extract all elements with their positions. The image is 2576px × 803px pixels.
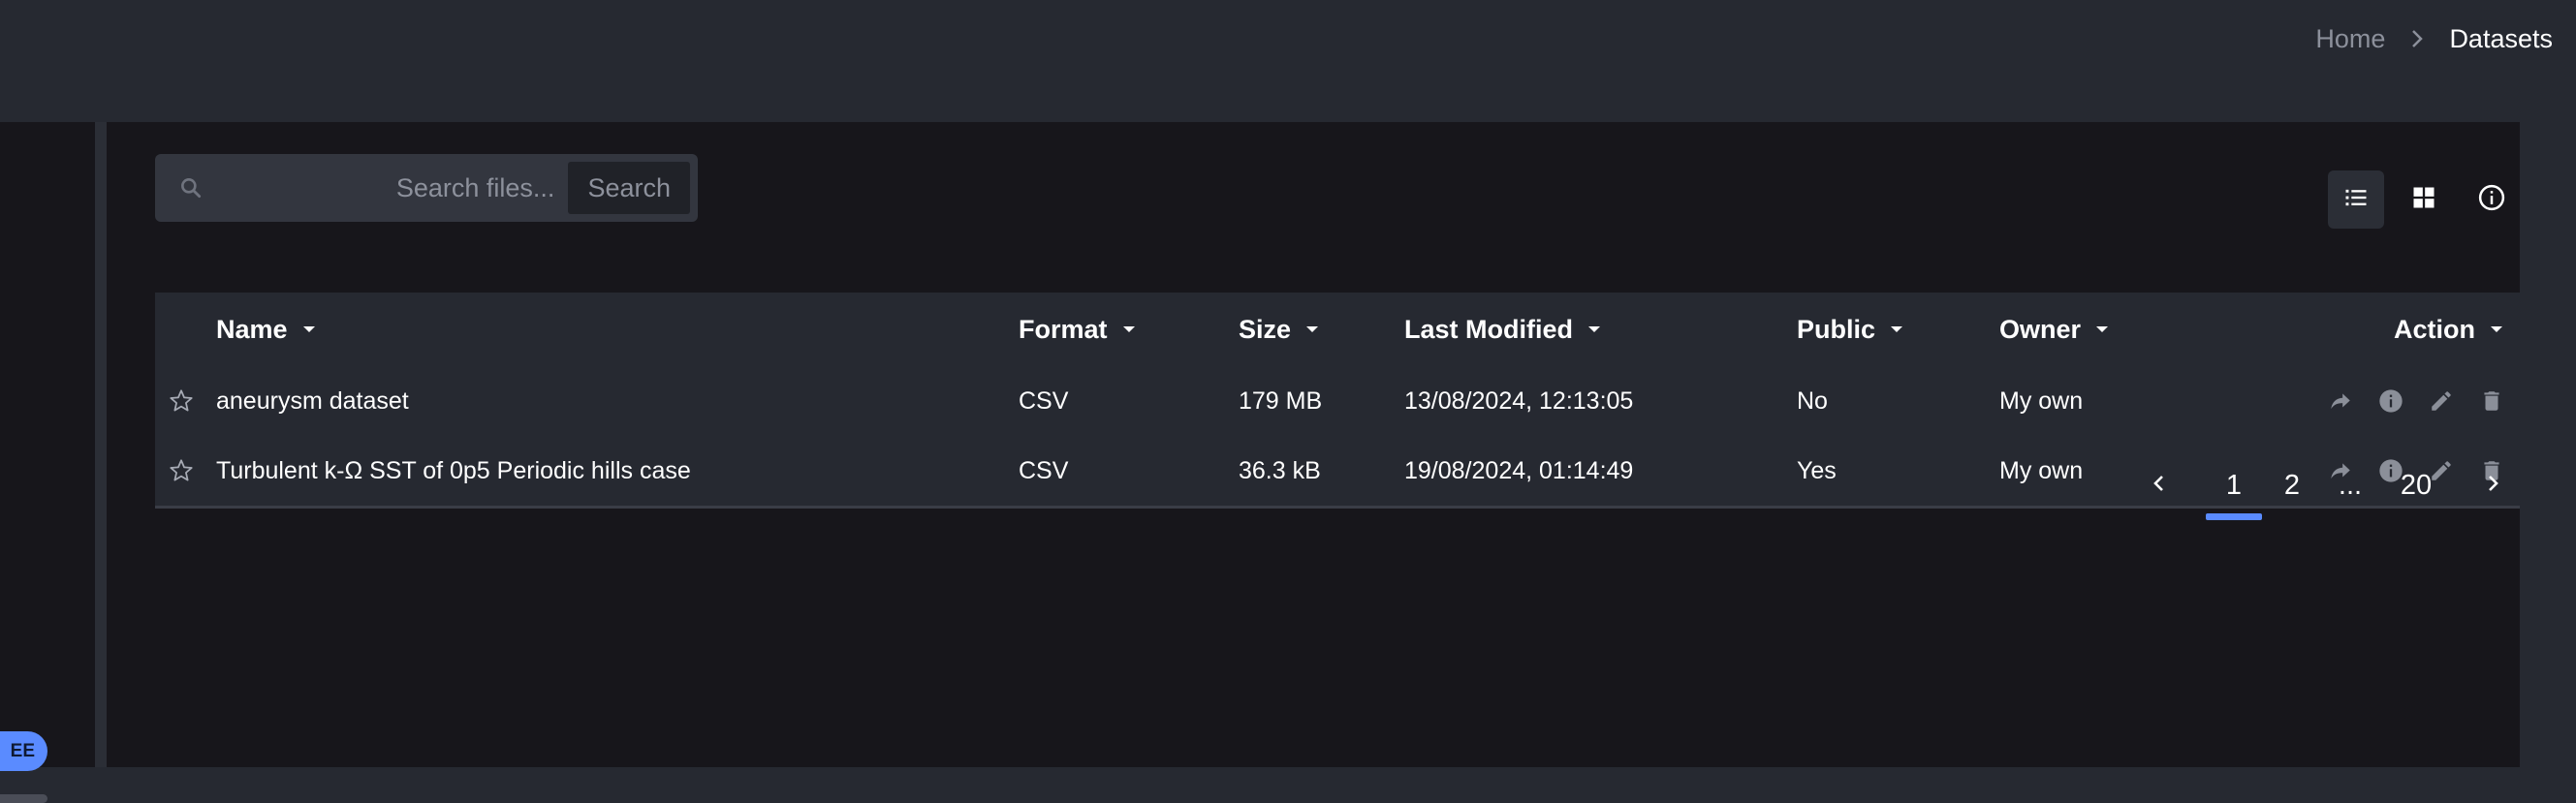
header-owner-label: Owner: [1999, 314, 2082, 344]
header-action[interactable]: Action: [2394, 293, 2502, 366]
pagination: 1 2 ... 20: [2132, 451, 2520, 520]
pagination-page[interactable]: 20: [2382, 458, 2450, 512]
main-panel: Search Name Format Size Last Modified Pu…: [107, 122, 2520, 767]
header-format[interactable]: Format: [1019, 293, 1135, 366]
cell-public: No: [1797, 386, 1828, 415]
sort-caret-icon: [1588, 326, 1600, 332]
search-input[interactable]: [205, 163, 569, 213]
header-public[interactable]: Public: [1797, 293, 1903, 366]
sort-caret-icon: [302, 326, 315, 332]
breadcrumb-current: Datasets: [2449, 23, 2553, 53]
header-name[interactable]: Name: [216, 293, 315, 366]
info-icon[interactable]: [2376, 386, 2405, 416]
table-row[interactable]: aneurysm dataset CSV 179 MB 13/08/2024, …: [155, 366, 2520, 436]
grid-view-icon: [2410, 184, 2437, 216]
pagination-next[interactable]: [2466, 458, 2520, 512]
sort-caret-icon: [1122, 326, 1135, 332]
favorite-star-icon[interactable]: [167, 436, 196, 506]
table-header: Name Format Size Last Modified Public Ow…: [155, 293, 2520, 366]
storage-usage-bar: [0, 794, 47, 803]
sort-caret-icon: [1891, 326, 1903, 332]
cell-size: 36.3 kB: [1239, 456, 1321, 484]
pagination-prev[interactable]: [2132, 458, 2186, 512]
breadcrumb: Home Datasets: [2315, 21, 2553, 56]
sidebar-divider: [95, 122, 107, 767]
sort-caret-icon: [1306, 326, 1319, 332]
header-last-modified-label: Last Modified: [1404, 314, 1573, 344]
cell-name[interactable]: Turbulent k-Ω SST of 0p5 Periodic hills …: [216, 436, 691, 506]
delete-icon[interactable]: [2477, 386, 2506, 416]
cell-owner: My own: [1999, 456, 2084, 484]
cell-last-modified: 13/08/2024, 12:13:05: [1404, 386, 1634, 415]
header-action-label: Action: [2394, 314, 2475, 344]
cell-name[interactable]: aneurysm dataset: [216, 366, 409, 436]
sidebar: EE: [0, 122, 95, 803]
plan-badge[interactable]: EE: [0, 731, 47, 771]
top-bar: Home Datasets: [0, 0, 2576, 122]
pagination-page[interactable]: 2: [2264, 458, 2320, 512]
header-format-label: Format: [1019, 314, 1108, 344]
header-size[interactable]: Size: [1239, 293, 1319, 366]
list-view-icon: [2342, 184, 2370, 216]
header-last-modified[interactable]: Last Modified: [1404, 293, 1600, 366]
cell-size: 179 MB: [1239, 386, 1323, 415]
search-button[interactable]: Search: [568, 162, 690, 214]
chevron-right-icon: [2485, 470, 2500, 502]
cell-owner: My own: [1999, 386, 2084, 415]
row-actions: [2326, 366, 2506, 436]
chevron-left-icon: [2152, 470, 2167, 502]
sort-caret-icon: [2096, 326, 2109, 332]
cell-last-modified: 19/08/2024, 01:14:49: [1404, 456, 1634, 484]
header-public-label: Public: [1797, 314, 1876, 344]
view-toggle: [2328, 170, 2520, 229]
search-bar: Search: [155, 154, 698, 222]
breadcrumb-home[interactable]: Home: [2315, 24, 2385, 54]
grid-view-button[interactable]: [2396, 170, 2452, 229]
edit-icon[interactable]: [2427, 386, 2456, 416]
sort-caret-icon: [2491, 326, 2502, 332]
favorite-star-icon[interactable]: [167, 366, 196, 436]
header-size-label: Size: [1239, 314, 1292, 344]
cell-public: Yes: [1797, 456, 1837, 484]
chevron-right-icon: [2410, 29, 2424, 48]
info-icon: [2477, 183, 2506, 217]
search-icon: [176, 173, 205, 202]
pagination-page-current[interactable]: 1: [2206, 458, 2262, 520]
pagination-ellipsis: ...: [2338, 469, 2363, 501]
header-owner[interactable]: Owner: [1999, 293, 2109, 366]
share-icon[interactable]: [2326, 386, 2355, 416]
list-view-button[interactable]: [2328, 170, 2384, 229]
info-button[interactable]: [2464, 170, 2520, 229]
cell-format: CSV: [1019, 386, 1069, 415]
cell-format: CSV: [1019, 456, 1069, 484]
header-name-label: Name: [216, 314, 288, 344]
